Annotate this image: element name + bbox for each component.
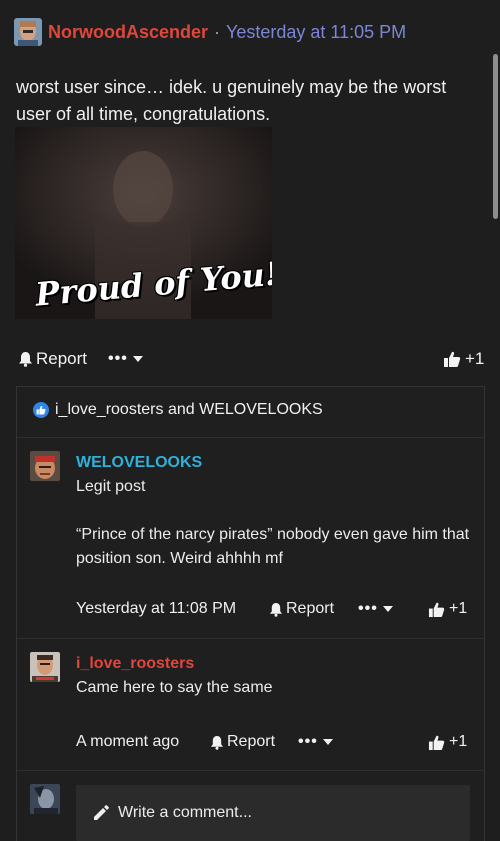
current-user-avatar[interactable] <box>30 784 60 814</box>
thumbs-up-icon <box>428 602 445 617</box>
post-timestamp[interactable]: Yesterday at 11:05 PM <box>226 22 406 43</box>
comment-text: Came here to say the same <box>76 679 273 696</box>
more-dots-icon: ••• <box>358 600 378 617</box>
pencil-icon <box>94 805 109 820</box>
composer-placeholder: Write a comment... <box>118 804 252 821</box>
comment-time[interactable]: Yesterday at 11:08 PM <box>76 600 236 618</box>
comment-author-name[interactable]: i_love_roosters <box>76 655 194 672</box>
reactions-summary[interactable]: i_love_roosters and WELOVELOOKS <box>33 401 323 419</box>
scrollbar[interactable] <box>493 54 498 219</box>
comment-time[interactable]: A moment ago <box>76 733 179 751</box>
comment-timestamp[interactable]: Yesterday at 11:08 PM <box>76 597 236 621</box>
post-image[interactable]: Proud of You! <box>15 127 272 319</box>
more-dots-icon: ••• <box>298 733 318 750</box>
bell-icon <box>269 602 283 617</box>
thumbs-up-icon <box>428 735 445 750</box>
caret-down-icon <box>382 606 393 612</box>
comment-like-button[interactable]: +1 <box>428 730 467 754</box>
post-header: NorwoodAscender · Yesterday at 11:05 PM <box>14 18 406 46</box>
comment-like-button[interactable]: +1 <box>428 597 467 621</box>
more-dots-icon: ••• <box>108 350 128 367</box>
like-count: +1 <box>465 349 485 368</box>
report-label: Report <box>36 349 88 368</box>
comments-section: i_love_roosters and WELOVELOOKS WELOVELO… <box>16 386 485 841</box>
divider <box>17 770 484 771</box>
divider <box>17 638 484 639</box>
thumbs-up-icon <box>444 351 461 367</box>
caret-down-icon <box>322 739 333 745</box>
author-avatar[interactable] <box>14 18 42 46</box>
post-card: NorwoodAscender · Yesterday at 11:05 PM … <box>0 0 500 841</box>
post-like-button[interactable]: +1 <box>443 349 484 369</box>
bell-icon <box>19 352 32 367</box>
post-body-text: worst user since… idek. u genuinely may … <box>16 77 447 124</box>
bell-icon <box>210 735 224 750</box>
comment-author[interactable]: i_love_roosters <box>76 655 194 673</box>
reactions-text: i_love_roosters and WELOVELOOKS <box>55 401 323 418</box>
comment-report-button[interactable]: Report <box>269 597 334 621</box>
post-author-name[interactable]: NorwoodAscender <box>48 22 208 43</box>
like-count: +1 <box>449 600 468 617</box>
comment-avatar[interactable] <box>30 451 60 481</box>
comment-text: “Prince of the narcy pirates” nobody eve… <box>76 526 470 567</box>
post-action-bar: Report ••• +1 <box>0 344 500 374</box>
comment-author[interactable]: WELOVELOOKS <box>76 454 202 472</box>
post-report-button[interactable]: Report <box>18 349 87 369</box>
report-label: Report <box>286 600 335 617</box>
like-count: +1 <box>449 733 468 750</box>
post-more-menu[interactable]: ••• <box>108 350 143 368</box>
comment-timestamp[interactable]: A moment ago <box>76 730 179 754</box>
caret-down-icon <box>132 356 143 362</box>
comment-composer[interactable]: Write a comment... <box>76 785 470 841</box>
like-badge-icon <box>33 402 49 418</box>
comment-avatar[interactable] <box>30 652 60 682</box>
header-separator: · <box>214 21 221 42</box>
comment-more-menu[interactable]: ••• <box>298 730 333 754</box>
report-label: Report <box>227 733 276 750</box>
comment-text: Legit post <box>76 478 146 495</box>
comment-action-bar: Yesterday at 11:08 PM Report ••• +1 <box>76 597 481 621</box>
comment-report-button[interactable]: Report <box>210 730 275 754</box>
comment-author-name[interactable]: WELOVELOOKS <box>76 454 202 471</box>
comment-more-menu[interactable]: ••• <box>358 597 393 621</box>
comment-action-bar: A moment ago Report ••• +1 <box>76 730 481 754</box>
divider <box>17 437 484 438</box>
